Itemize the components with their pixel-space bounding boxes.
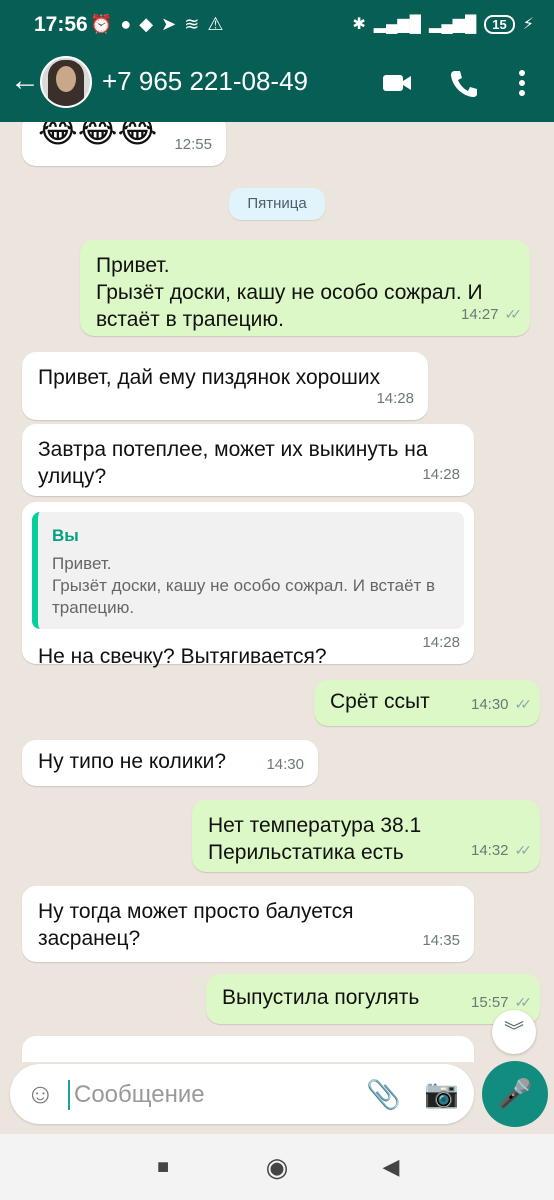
quote-author: Вы bbox=[52, 526, 79, 545]
date-divider: Пятница bbox=[229, 188, 325, 220]
message-time: 14:30 bbox=[266, 756, 304, 773]
more-vert-icon[interactable] bbox=[508, 66, 536, 100]
video-call-icon[interactable] bbox=[380, 66, 414, 100]
avatar-face bbox=[56, 66, 76, 92]
chat-area[interactable]: 😂😂😂 12:55 Пятница Привет. Грызёт доски, … bbox=[0, 122, 554, 1062]
message-outgoing[interactable]: Срёт ссыт 14:30 ✓✓ bbox=[314, 680, 540, 726]
double-check-icon: ✓✓ bbox=[514, 842, 533, 858]
back-arrow-icon[interactable]: ← bbox=[8, 64, 42, 98]
message-text: 😂😂😂 bbox=[38, 122, 158, 150]
warning-icon: ⚠ bbox=[207, 14, 224, 34]
scroll-down-icon[interactable]: ︾ bbox=[492, 1010, 536, 1054]
message-time-value: 14:32 bbox=[470, 842, 509, 859]
mic-icon[interactable]: 🎤 bbox=[482, 1061, 548, 1127]
signal-icon: ▂▄▆█ bbox=[373, 16, 422, 33]
message-incoming[interactable]: 😂😂😂 12:55 bbox=[22, 122, 226, 166]
message-text: Не на свечку? Вытягивается? bbox=[38, 645, 327, 668]
message-time: 14:28 bbox=[376, 390, 414, 407]
message-time: 14:35 bbox=[422, 932, 460, 949]
message-outgoing[interactable]: Привет. Грызёт доски, кашу не особо сожр… bbox=[80, 240, 530, 336]
message-time: 14:28 bbox=[422, 466, 460, 483]
chat-icon: ● bbox=[120, 14, 132, 34]
message-incoming[interactable]: Ну тогда может просто балуется засранец?… bbox=[22, 886, 474, 962]
message-input[interactable]: Сообщение bbox=[74, 1081, 205, 1109]
double-check-icon: ✓✓ bbox=[504, 306, 523, 322]
message-time: 14:32 ✓✓ bbox=[470, 837, 533, 864]
message-text: Завтра потеплее, может их выкинуть на ул… bbox=[38, 438, 428, 488]
double-check-icon: ✓✓ bbox=[514, 994, 533, 1010]
message-outgoing[interactable]: Выпустила погулять 15:57 ✓✓ bbox=[206, 974, 540, 1024]
bluetooth-icon: ✱ bbox=[352, 16, 366, 33]
status-left-icons: ⏰ ● ◆ ➤ ≋ ⚠ bbox=[90, 14, 223, 35]
message-time: 12:55 bbox=[174, 136, 212, 153]
fire-icon: ◆ bbox=[139, 14, 154, 34]
message-text: Привет, дай ему пиздянок хороших bbox=[38, 366, 381, 389]
status-time: 17:56 bbox=[34, 13, 88, 36]
quote-text: Привет. Грызёт доски, кашу не особо сожр… bbox=[52, 554, 436, 617]
paperclip-icon[interactable]: 📎 bbox=[366, 1078, 401, 1111]
message-text: Привет. Грызёт доски, кашу не особо сожр… bbox=[96, 254, 483, 331]
emoji-icon[interactable]: ☺ bbox=[26, 1078, 55, 1110]
avatar[interactable] bbox=[40, 56, 92, 108]
status-bar: 17:56 ⏰ ● ◆ ➤ ≋ ⚠ ✱ ▂▄▆█ ▂▄▆█ 15 ⚡ bbox=[0, 0, 554, 50]
message-incoming-partial[interactable] bbox=[22, 1036, 474, 1062]
quoted-message[interactable]: Вы Привет. Грызёт доски, кашу не особо с… bbox=[32, 512, 464, 629]
contact-name[interactable]: +7 965 221-08-49 bbox=[102, 66, 308, 97]
message-text: Ну тогда может просто балуется засранец? bbox=[38, 900, 354, 950]
wifi-icon: ≋ bbox=[184, 14, 200, 34]
message-time: 14:27 ✓✓ bbox=[460, 301, 523, 328]
message-time-value: 15:57 bbox=[470, 994, 509, 1011]
text-caret bbox=[68, 1080, 70, 1110]
charging-icon: ⚡ bbox=[522, 16, 534, 33]
double-check-icon: ✓✓ bbox=[514, 696, 533, 712]
telegram-icon: ➤ bbox=[161, 14, 177, 34]
message-time: 14:30 ✓✓ bbox=[470, 691, 533, 718]
message-time-value: 14:27 bbox=[460, 306, 499, 323]
message-incoming[interactable]: Ну типо не колики? 14:30 bbox=[22, 740, 318, 786]
status-right-icons: ✱ ▂▄▆█ ▂▄▆█ 15 ⚡ bbox=[352, 14, 534, 34]
message-outgoing[interactable]: Нет температура 38.1 Перильстатика есть … bbox=[192, 800, 540, 872]
home-icon[interactable]: ◉ bbox=[262, 1152, 292, 1182]
message-input-bar[interactable]: ☺ Сообщение 📎 📷 bbox=[10, 1064, 474, 1124]
message-incoming[interactable]: Завтра потеплее, может их выкинуть на ул… bbox=[22, 424, 474, 496]
battery-indicator: 15 bbox=[484, 14, 515, 34]
nav-back-icon[interactable]: ◀ bbox=[376, 1152, 406, 1182]
message-time: 14:28 bbox=[422, 634, 460, 651]
message-time-value: 14:30 bbox=[470, 696, 509, 713]
phone-icon[interactable] bbox=[446, 66, 480, 100]
recents-icon[interactable]: ■ bbox=[148, 1152, 178, 1182]
message-text: Ну типо не колики? bbox=[38, 750, 227, 773]
message-incoming[interactable]: Привет, дай ему пиздянок хороших 14:28 bbox=[22, 352, 428, 420]
chat-header: ← +7 965 221-08-49 bbox=[0, 52, 554, 120]
top-bar: 17:56 ⏰ ● ◆ ➤ ≋ ⚠ ✱ ▂▄▆█ ▂▄▆█ 15 ⚡ ← +7 … bbox=[0, 0, 554, 122]
signal-icon: ▂▄▆█ bbox=[429, 16, 477, 33]
system-nav-bar: ■ ◉ ◀ bbox=[0, 1134, 554, 1200]
camera-icon[interactable]: 📷 bbox=[424, 1077, 459, 1110]
message-incoming[interactable]: Вы Привет. Грызёт доски, кашу не особо с… bbox=[22, 502, 474, 668]
alarm-icon: ⏰ bbox=[90, 14, 113, 34]
